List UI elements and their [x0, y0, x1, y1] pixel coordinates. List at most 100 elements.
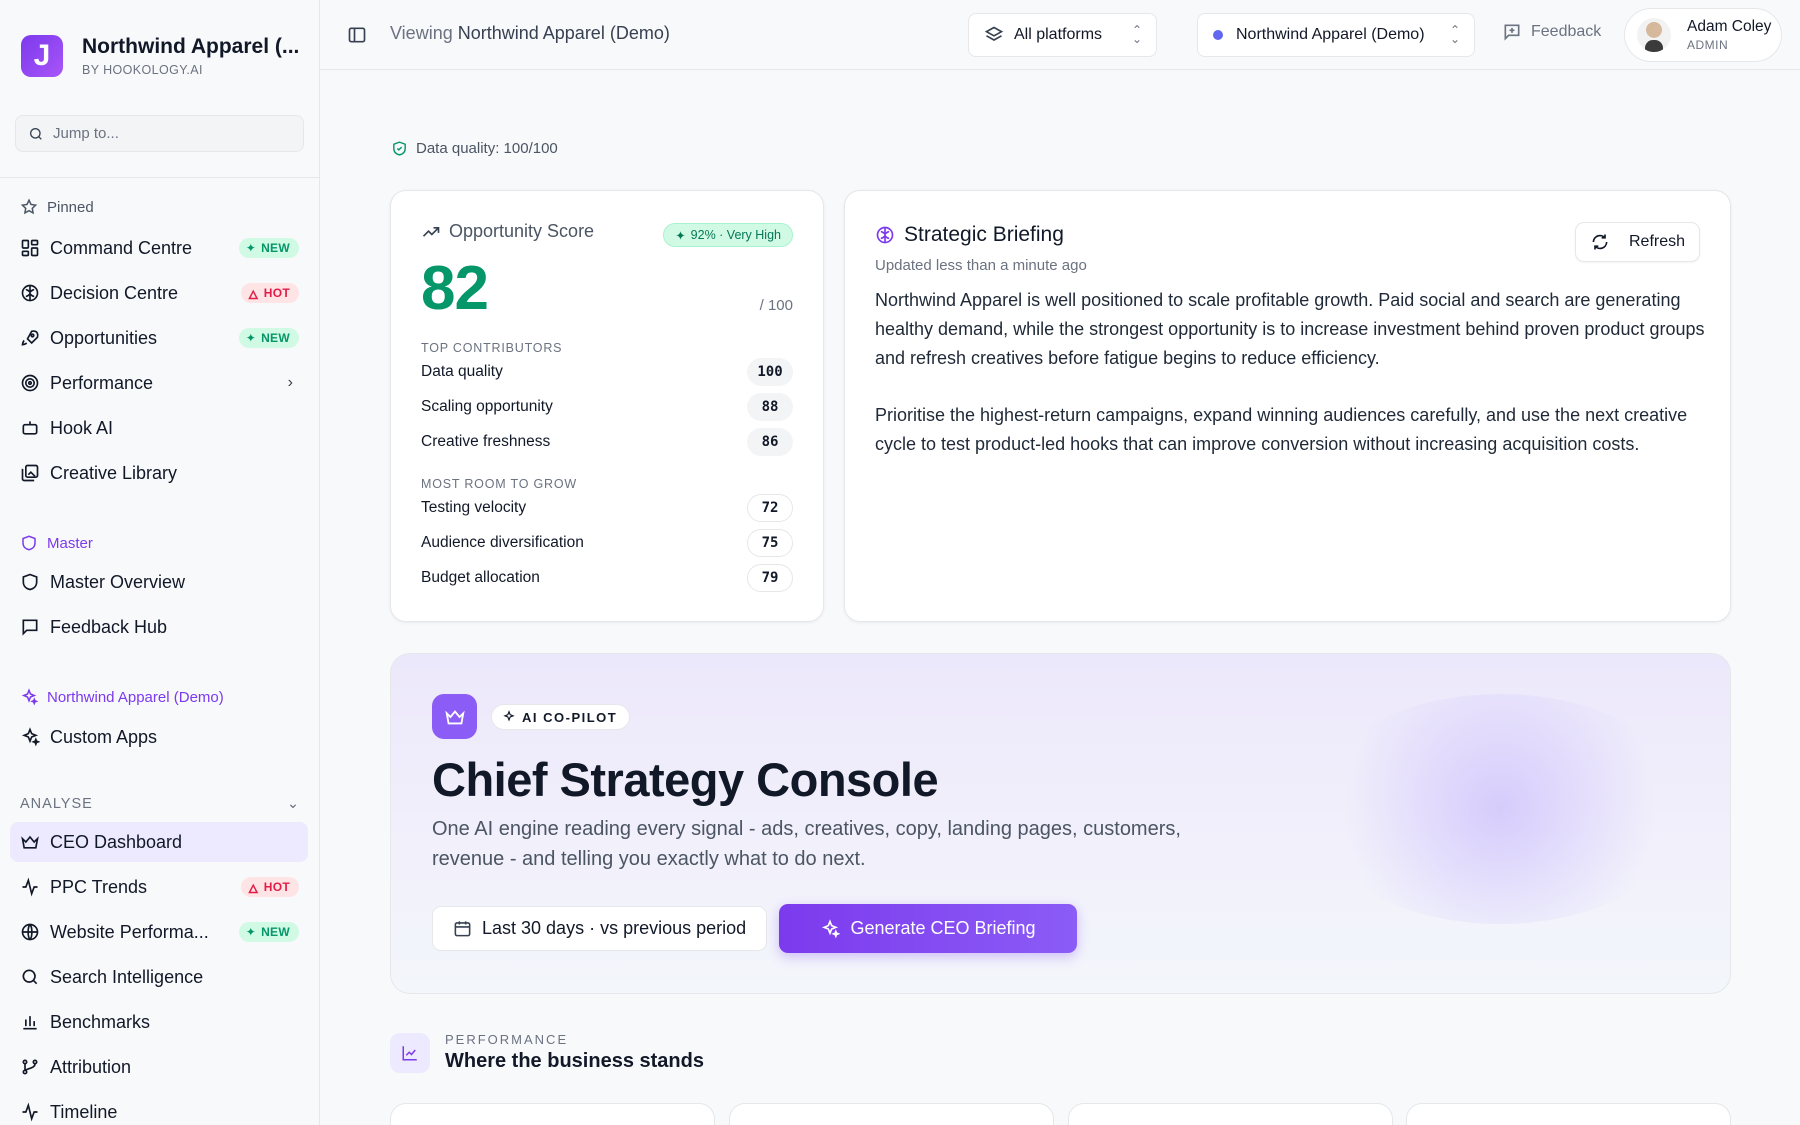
sidebar-item-feedback-hub[interactable]: Feedback Hub: [10, 607, 308, 647]
sidebar-item-label: PPC Trends: [50, 876, 148, 897]
feedback-button[interactable]: Feedback: [1502, 22, 1601, 42]
list-item: Scaling opportunity 88: [421, 392, 793, 422]
sidebar-item-label: Hook AI: [50, 417, 114, 438]
room-to-grow-label: MOST ROOM TO GROW: [421, 477, 577, 491]
sidebar-item-website-performance[interactable]: Website Performa... ✦ NEW: [10, 912, 308, 952]
platform-select[interactable]: All platforms ⌃ ⌄: [968, 13, 1157, 57]
ai-copilot-tag: AI CO-PILOT: [491, 704, 631, 730]
metric-card: [390, 1103, 715, 1125]
sidebar-item-label: CEO Dashboard: [50, 831, 183, 852]
date-range-button[interactable]: Last 30 days · vs previous period: [432, 906, 768, 951]
line-chart-icon: [402, 1045, 417, 1060]
new-badge: ✦ NEW: [238, 922, 299, 942]
chat-icon: [22, 619, 38, 636]
sidebar-item-search-intelligence[interactable]: Search Intelligence: [10, 957, 308, 997]
sidebar-item-label: Command Centre: [50, 237, 193, 258]
master-label: Master: [20, 534, 93, 552]
sidebar-item-label: Custom Apps: [50, 726, 158, 747]
sidebar-item-label: Master Overview: [50, 571, 186, 592]
opportunity-score-value: 82: [421, 254, 489, 323]
briefing-paragraph: Prioritise the highest-return campaigns,…: [875, 405, 1688, 454]
crown-icon: [21, 835, 39, 849]
line-chart-icon-box: [390, 1032, 430, 1073]
opportunity-title: Opportunity Score: [421, 221, 594, 242]
console-title: Chief Strategy Console: [432, 753, 939, 806]
bar-chart-icon: [23, 1016, 37, 1030]
branch-icon: [22, 1059, 38, 1075]
sidebar-item-creative-library[interactable]: Creative Library: [10, 453, 308, 493]
score-pill: 100: [747, 358, 793, 386]
account-dot: [1213, 30, 1223, 40]
performance-title: Where the business stands: [445, 1050, 704, 1072]
score-pill: 79: [747, 564, 793, 592]
sidebar-item-hook-ai[interactable]: Hook AI: [10, 408, 308, 448]
brand-name: Northwind Apparel (...: [82, 35, 300, 58]
sparkles-icon: [21, 688, 38, 706]
sidebar-item-ceo-dashboard[interactable]: CEO Dashboard: [10, 822, 308, 862]
opportunity-score-card: Opportunity Score ✦ 92% · Very High 82 / …: [390, 190, 824, 622]
brand[interactable]: J Northwind Apparel (... BY HOOKOLOGY.AI: [21, 35, 299, 77]
score-pill: 86: [747, 428, 793, 456]
sidebar-item-attribution[interactable]: Attribution: [10, 1047, 308, 1087]
sidebar-item-timeline[interactable]: Timeline: [10, 1092, 308, 1125]
gallery-icon: [21, 464, 39, 482]
refresh-button[interactable]: Refresh: [1575, 222, 1700, 262]
metric-card: [1068, 1103, 1393, 1125]
brand-logo: J: [21, 35, 63, 77]
sidebar-item-label: Search Intelligence: [50, 966, 204, 987]
brain-icon: [21, 284, 39, 302]
score-pill: 75: [747, 529, 793, 557]
chevron-right-icon[interactable]: ›: [288, 374, 293, 392]
calendar-icon: [454, 921, 471, 937]
sidebar-item-label: Feedback Hub: [50, 616, 168, 637]
sidebar-item-label: Creative Library: [50, 462, 178, 483]
sidebar-item-master-overview[interactable]: Master Overview: [10, 562, 308, 602]
sidebar-divider: [0, 177, 320, 178]
chevron-updown-icon: ⌃ ⌄: [1131, 23, 1142, 46]
analyse-section-toggle[interactable]: ANALYSE ⌄: [20, 796, 300, 812]
score-out-of: / 100: [759, 297, 793, 314]
sidebar-item-benchmarks[interactable]: Benchmarks: [10, 1002, 308, 1042]
trending-up-icon: [422, 226, 440, 237]
list-item: Audience diversification 75: [421, 528, 793, 558]
sidebar-item-label: Performance: [50, 372, 154, 393]
rocket-icon: [21, 330, 39, 346]
list-item: Data quality 100: [421, 357, 793, 387]
sidebar-item-custom-apps[interactable]: Custom Apps: [10, 717, 308, 757]
jump-search-input[interactable]: [53, 125, 283, 142]
sidebar-item-ppc-trends[interactable]: PPC Trends 🜂 HOT: [10, 867, 308, 907]
score-pill: 88: [747, 393, 793, 421]
generate-briefing-button[interactable]: Generate CEO Briefing: [779, 904, 1077, 953]
refresh-icon: [1592, 234, 1608, 250]
briefing-paragraph: Northwind Apparel is well positioned to …: [875, 290, 1705, 368]
sidebar-toggle-icon[interactable]: [347, 25, 367, 45]
list-item: Budget allocation 79: [421, 563, 793, 593]
search-icon: [22, 969, 38, 985]
new-badge: ✦ NEW: [238, 238, 299, 258]
sidebar-item-label: Website Performa...: [50, 921, 209, 942]
sidebar-item-label: Decision Centre: [50, 282, 179, 303]
data-quality-indicator: Data quality: 100/100: [391, 140, 558, 157]
hot-badge: 🜂 HOT: [240, 877, 299, 897]
sidebar-item-performance[interactable]: Performance ›: [10, 363, 308, 403]
sidebar-item-label: Benchmarks: [50, 1011, 151, 1032]
new-badge: ✦ NEW: [238, 328, 299, 348]
metric-card: [729, 1103, 1054, 1125]
performance-kicker: PERFORMANCE: [445, 1032, 569, 1047]
console-description: One AI engine reading every signal - ads…: [432, 818, 1181, 870]
account-select[interactable]: Northwind Apparel (Demo) ⌃ ⌄: [1197, 13, 1475, 57]
strategic-briefing-card: Strategic Briefing Updated less than a m…: [844, 190, 1731, 622]
user-menu[interactable]: Adam Coley ADMIN: [1624, 8, 1782, 62]
jump-search[interactable]: [15, 115, 304, 152]
activity-icon: [22, 877, 38, 897]
target-icon: [21, 374, 39, 392]
pinned-label: Pinned: [20, 198, 94, 216]
shield-check-icon: [393, 141, 406, 156]
top-contributors-label: TOP CONTRIBUTORS: [421, 341, 563, 355]
sidebar-item-decision-centre[interactable]: Decision Centre 🜂 HOT: [10, 273, 308, 313]
chevron-updown-icon: ⌃ ⌄: [1449, 23, 1460, 46]
sidebar-item-opportunities[interactable]: Opportunities ✦ NEW: [10, 318, 308, 358]
sidebar-item-command-centre[interactable]: Command Centre ✦ NEW: [10, 228, 308, 268]
avatar: [1637, 18, 1671, 52]
sidebar-item-label: Opportunities: [50, 327, 158, 348]
